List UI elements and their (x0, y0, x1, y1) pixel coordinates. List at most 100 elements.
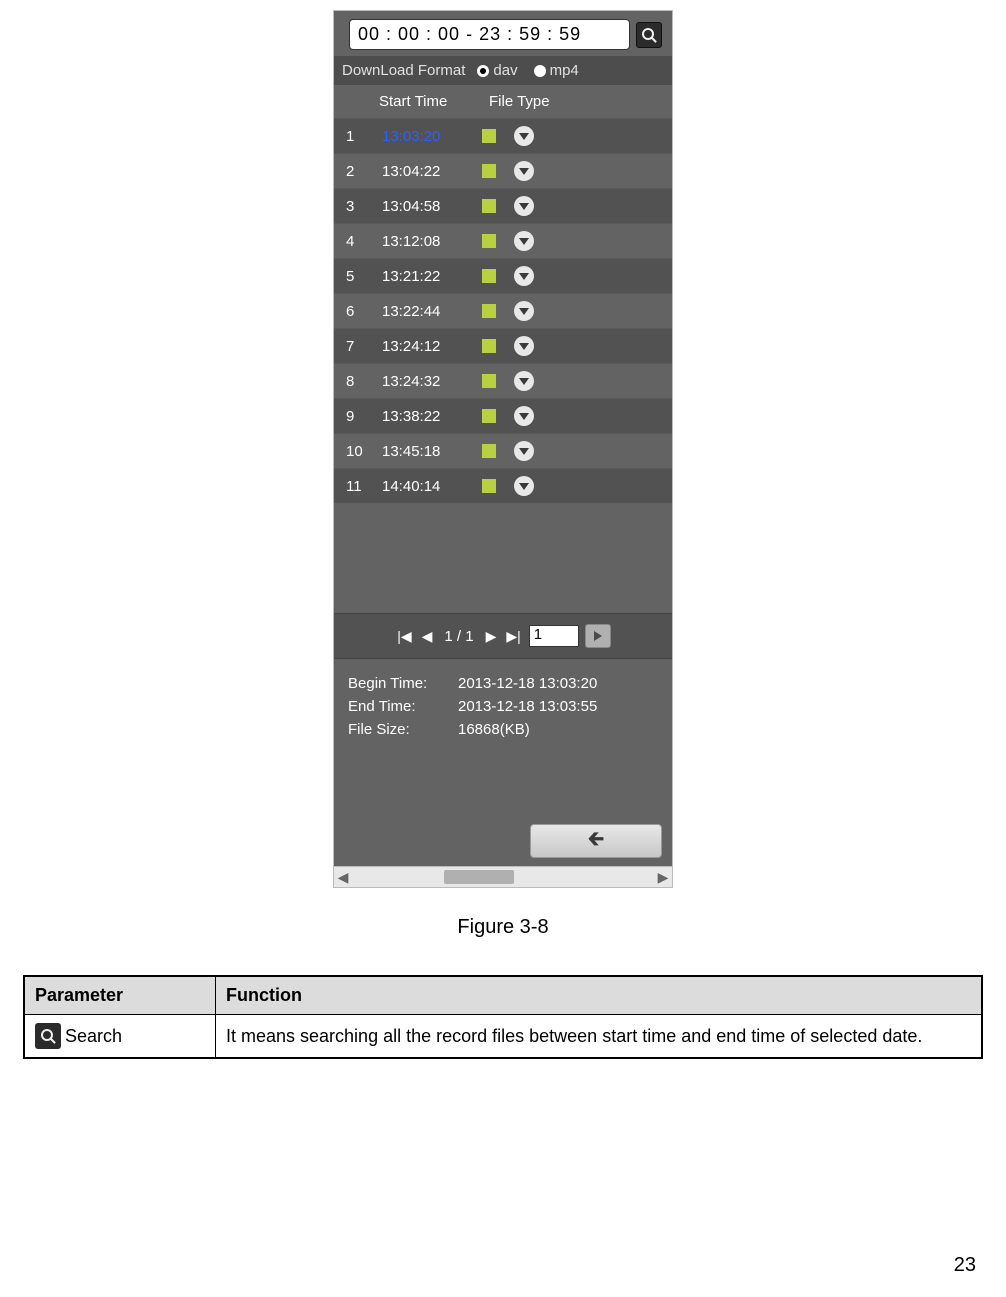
table-row[interactable]: 913:38:22 (334, 398, 672, 433)
search-label: Search (65, 1026, 122, 1047)
download-icon (519, 343, 529, 350)
record-list: 113:03:20213:04:22313:04:58413:12:08513:… (334, 118, 672, 503)
file-type-icon (482, 444, 496, 458)
table-row[interactable]: 1114:40:14 (334, 468, 672, 503)
row-index: 5 (346, 268, 382, 285)
row-index: 2 (346, 163, 382, 180)
download-icon (519, 133, 529, 140)
row-time: 13:22:44 (382, 303, 482, 320)
page-last-icon[interactable]: ▶| (504, 628, 522, 645)
back-button[interactable]: 🡰 (530, 824, 662, 858)
download-icon (519, 308, 529, 315)
row-time: 13:12:08 (382, 233, 482, 250)
row-time: 13:03:20 (382, 128, 482, 145)
file-size-value: 16868(KB) (458, 721, 530, 738)
download-icon (519, 238, 529, 245)
begin-time-label: Begin Time: (348, 675, 458, 692)
download-button[interactable] (514, 441, 534, 461)
page-first-icon[interactable]: |◀ (395, 628, 413, 645)
download-button[interactable] (514, 161, 534, 181)
time-range-row: 00 : 00 : 00 - 23 : 59 : 59 (334, 11, 672, 56)
time-range-input[interactable]: 00 : 00 : 00 - 23 : 59 : 59 (349, 19, 630, 50)
table-row[interactable]: 213:04:22 (334, 153, 672, 188)
table-row[interactable]: 613:22:44 (334, 293, 672, 328)
row-time: 13:21:22 (382, 268, 482, 285)
row-index: 3 (346, 198, 382, 215)
download-icon (519, 273, 529, 280)
table-header-function: Function (216, 976, 983, 1015)
download-icon (519, 413, 529, 420)
page-input[interactable]: 1 (529, 625, 579, 647)
file-type-icon (482, 479, 496, 493)
row-index: 1 (346, 128, 382, 145)
arrow-left-icon: 🡰 (588, 824, 604, 858)
list-filler (334, 503, 672, 613)
file-type-icon (482, 234, 496, 248)
download-button[interactable] (514, 126, 534, 146)
pager-text: 1 / 1 (444, 628, 473, 645)
bottom-filler (334, 754, 672, 824)
horizontal-scrollbar[interactable]: ◀ ▶ (334, 866, 672, 887)
radio-mp4-label: mp4 (550, 62, 579, 79)
download-button[interactable] (514, 266, 534, 286)
back-row: 🡰 (334, 824, 672, 866)
file-size-label: File Size: (348, 721, 458, 738)
header-start-time: Start Time (379, 93, 489, 110)
row-time: 14:40:14 (382, 478, 482, 495)
scroll-thumb[interactable] (444, 870, 514, 884)
scroll-right-icon[interactable]: ▶ (656, 870, 670, 884)
page-next-icon[interactable]: ▶ (484, 628, 499, 645)
radio-dav[interactable] (477, 65, 489, 77)
search-button[interactable] (636, 22, 662, 48)
download-button[interactable] (514, 301, 534, 321)
row-time: 13:24:12 (382, 338, 482, 355)
table-row[interactable]: 313:04:58 (334, 188, 672, 223)
file-type-icon (482, 374, 496, 388)
download-button[interactable] (514, 336, 534, 356)
arrow-right-icon (594, 631, 602, 641)
row-time: 13:04:58 (382, 198, 482, 215)
row-index: 7 (346, 338, 382, 355)
header-file-type: File Type (489, 93, 662, 110)
table-row[interactable]: 113:03:20 (334, 118, 672, 153)
row-time: 13:24:32 (382, 373, 482, 390)
parameter-table: Parameter Function Search It means searc… (23, 975, 983, 1059)
row-index: 10 (346, 443, 382, 460)
table-row[interactable]: 413:12:08 (334, 223, 672, 258)
figure-caption: Figure 3-8 (0, 916, 1006, 939)
radio-dav-label: dav (493, 62, 517, 79)
table-cell-parameter: Search (24, 1015, 216, 1059)
file-type-icon (482, 409, 496, 423)
download-button[interactable] (514, 406, 534, 426)
row-index: 8 (346, 373, 382, 390)
table-row[interactable]: 513:21:22 (334, 258, 672, 293)
page-number: 23 (954, 1254, 976, 1277)
file-type-icon (482, 199, 496, 213)
download-button[interactable] (514, 476, 534, 496)
table-row[interactable]: 713:24:12 (334, 328, 672, 363)
download-button[interactable] (514, 231, 534, 251)
download-button[interactable] (514, 371, 534, 391)
file-info: Begin Time: 2013-12-18 13:03:20 End Time… (334, 659, 672, 754)
file-type-icon (482, 164, 496, 178)
page-go-button[interactable] (585, 624, 611, 648)
row-index: 6 (346, 303, 382, 320)
table-row[interactable]: 1013:45:18 (334, 433, 672, 468)
playback-panel: 00 : 00 : 00 - 23 : 59 : 59 DownLoad For… (333, 10, 673, 888)
begin-time-value: 2013-12-18 13:03:20 (458, 675, 597, 692)
row-index: 9 (346, 408, 382, 425)
file-type-icon (482, 304, 496, 318)
end-time-value: 2013-12-18 13:03:55 (458, 698, 597, 715)
table-row[interactable]: 813:24:32 (334, 363, 672, 398)
download-icon (519, 448, 529, 455)
download-icon (519, 483, 529, 490)
page-prev-icon[interactable]: ◀ (420, 628, 435, 645)
inline-search-icon (35, 1023, 61, 1049)
download-icon (519, 168, 529, 175)
pager: |◀ ◀ 1 / 1 ▶ ▶| 1 (334, 613, 672, 659)
file-type-icon (482, 339, 496, 353)
radio-mp4[interactable] (534, 65, 546, 77)
table-header-parameter: Parameter (24, 976, 216, 1015)
scroll-left-icon[interactable]: ◀ (336, 870, 350, 884)
download-button[interactable] (514, 196, 534, 216)
